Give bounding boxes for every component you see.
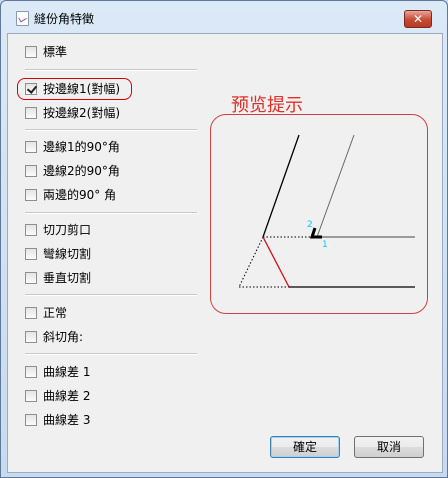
option-label: 兩邊的90° 角 bbox=[43, 188, 117, 202]
checkbox[interactable] bbox=[25, 331, 37, 343]
option-label: 曲線差 3 bbox=[43, 413, 91, 427]
option-label: 正常 bbox=[43, 306, 68, 320]
dialog-window: 縫份角特徵 ✕ 標準 按邊線1(對幅) 按邊線2(對幅) 邊線1的90°角 邊線… bbox=[0, 0, 448, 478]
option-label: 邊線1的90°角 bbox=[43, 140, 120, 154]
edge-line-1 bbox=[262, 134, 300, 238]
separator bbox=[25, 129, 197, 131]
checkbox[interactable] bbox=[25, 107, 37, 119]
checkbox[interactable] bbox=[25, 272, 37, 284]
marker-2: 2 bbox=[307, 220, 313, 230]
option-label: 曲線差 2 bbox=[43, 389, 91, 403]
preview-panel: 2 1 bbox=[210, 114, 428, 314]
checkbox[interactable] bbox=[25, 248, 37, 260]
marker-1: 1 bbox=[322, 240, 328, 250]
preview-diagram: 2 1 bbox=[238, 134, 415, 288]
option-label: 按邊線1(對幅) bbox=[43, 82, 120, 96]
ok-button[interactable]: 確定 bbox=[270, 436, 340, 458]
option-label: 標準 bbox=[43, 45, 68, 59]
separator bbox=[25, 69, 197, 71]
option-label: 彎線切割 bbox=[43, 247, 92, 261]
close-button[interactable]: ✕ bbox=[404, 10, 432, 28]
edge-line-2 bbox=[316, 134, 355, 238]
checkbox[interactable] bbox=[25, 141, 37, 153]
dialog-body: 標準 按邊線1(對幅) 按邊線2(對幅) 邊線1的90°角 邊線2的90°角 兩… bbox=[7, 33, 443, 473]
separator bbox=[25, 353, 197, 355]
checkbox[interactable] bbox=[25, 165, 37, 177]
checkbox[interactable] bbox=[25, 189, 37, 201]
cancel-button[interactable]: 取消 bbox=[354, 436, 424, 458]
separator bbox=[25, 294, 197, 296]
option-label: 斜切角: bbox=[43, 330, 84, 344]
app-icon bbox=[16, 11, 29, 26]
corner-cut-line bbox=[262, 236, 290, 288]
option-label: 曲線差 1 bbox=[43, 365, 91, 379]
option-label: 垂直切割 bbox=[43, 271, 92, 285]
checkbox-checked[interactable] bbox=[25, 83, 37, 95]
option-label: 按邊線2(對幅) bbox=[43, 106, 120, 120]
checkbox[interactable] bbox=[25, 414, 37, 426]
checkbox[interactable] bbox=[25, 307, 37, 319]
corner-marker bbox=[309, 227, 322, 239]
checkbox[interactable] bbox=[25, 46, 37, 58]
checkbox[interactable] bbox=[25, 366, 37, 378]
option-label: 邊線2的90°角 bbox=[43, 164, 120, 178]
separator bbox=[25, 212, 197, 214]
checkbox[interactable] bbox=[25, 224, 37, 236]
checkbox[interactable] bbox=[25, 390, 37, 402]
title-bar: 縫份角特徵 ✕ bbox=[1, 1, 447, 31]
corner-dotted-line bbox=[238, 236, 264, 288]
window-title: 縫份角特徵 bbox=[34, 12, 95, 26]
option-label: 切刀剪口 bbox=[43, 223, 92, 237]
